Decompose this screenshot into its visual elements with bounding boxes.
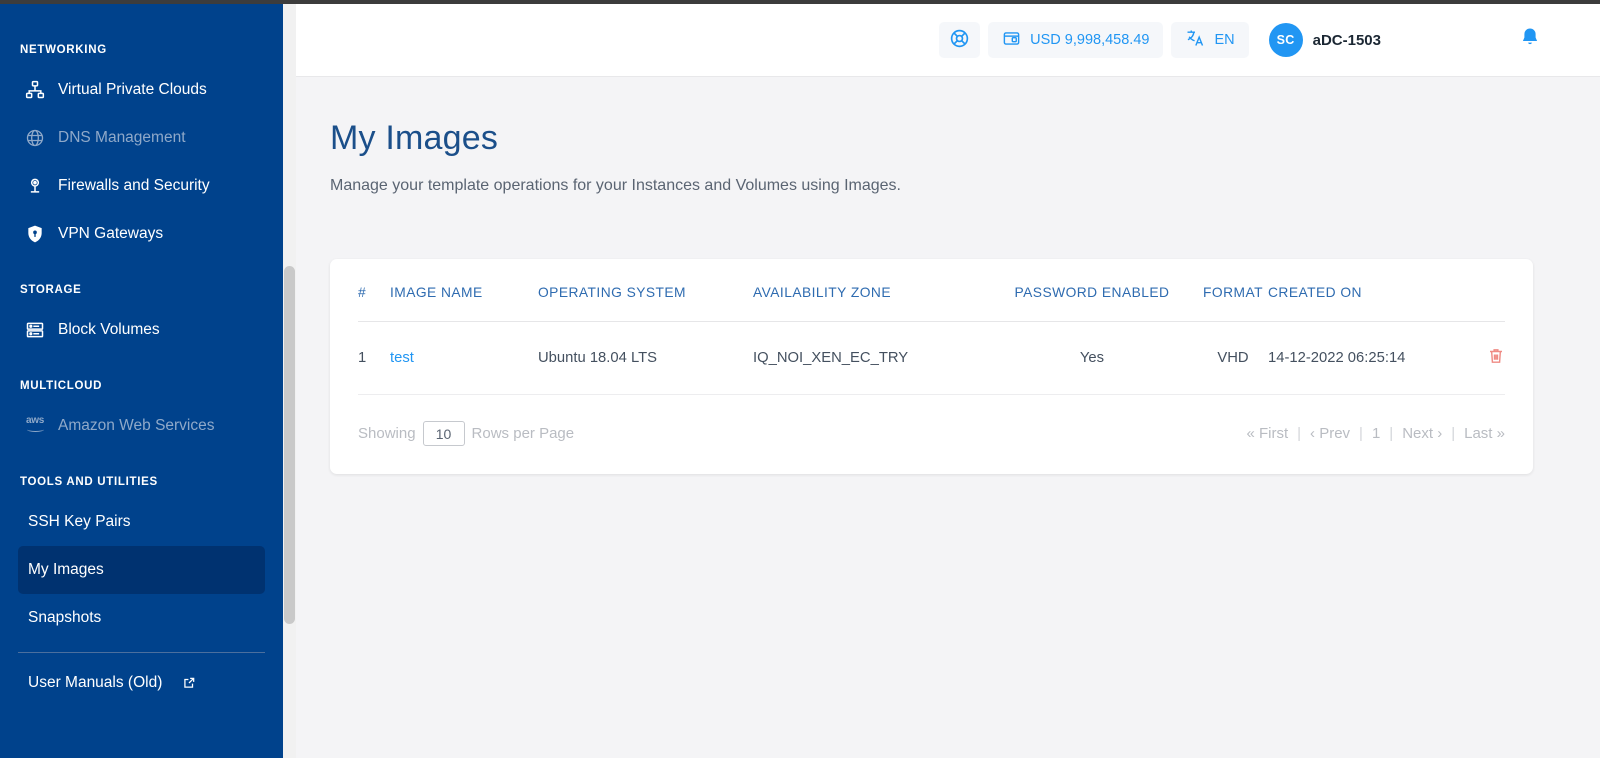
cell-format: VHD — [1198, 321, 1268, 395]
notifications-button[interactable] — [1518, 26, 1542, 55]
top-header: USD 9,998,458.49 EN SC aDC-1503 — [296, 4, 1600, 77]
sidebar-item-label: VPN Gateways — [58, 225, 164, 242]
sidebar-item-virtual-private-clouds[interactable]: Virtual Private Clouds — [18, 66, 265, 114]
pagination-separator: | — [1389, 425, 1394, 442]
autoscale-icon — [24, 4, 46, 5]
pagination-separator: | — [1297, 425, 1302, 442]
cell-image-name: test — [390, 321, 538, 395]
sidebar-item-snapshots[interactable]: Snapshots — [18, 594, 265, 642]
sidebar-item-label: DNS Management — [58, 129, 186, 146]
table-row: 1 test Ubuntu 18.04 LTS IQ_NOI_XEN_EC_TR… — [358, 321, 1505, 395]
firewall-icon — [24, 175, 46, 197]
cell-password-enabled: Yes — [986, 321, 1198, 395]
col-header-format: FORMAT — [1198, 259, 1268, 322]
sidebar-item-label: Firewalls and Security — [58, 177, 210, 194]
col-header-os: OPERATING SYSTEM — [538, 259, 753, 322]
images-table-card: # IMAGE NAME OPERATING SYSTEM AVAILABILI… — [330, 259, 1533, 474]
main-content: My Images Manage your template operation… — [296, 77, 1600, 758]
col-header-actions — [1468, 259, 1505, 322]
col-header-password-enabled: PASSWORD ENABLED — [986, 259, 1198, 322]
trash-icon — [1487, 346, 1505, 370]
app-screen: Autoscale NETWORKING Virtual Private Clo… — [0, 0, 1600, 758]
sidebar-item-label: Block Volumes — [58, 321, 160, 338]
sidebar-item-ssh-key-pairs[interactable]: SSH Key Pairs — [18, 498, 265, 546]
col-header-created-on: CREATED ON — [1268, 259, 1468, 322]
balance-amount: USD 9,998,458.49 — [1030, 32, 1150, 48]
shield-key-icon — [24, 223, 46, 245]
cell-actions — [1468, 321, 1505, 395]
sidebar-section-storage: STORAGE — [20, 284, 82, 296]
table-body: 1 test Ubuntu 18.04 LTS IQ_NOI_XEN_EC_TR… — [358, 321, 1505, 395]
bell-icon — [1518, 26, 1542, 55]
images-table: # IMAGE NAME OPERATING SYSTEM AVAILABILI… — [358, 259, 1505, 395]
showing-label: Showing — [358, 425, 416, 442]
col-header-availability-zone: AVAILABILITY ZONE — [753, 259, 986, 322]
pagination-controls: « First | ‹ Prev | 1 | Next › | Last » — [1246, 425, 1505, 442]
external-link-icon — [182, 676, 196, 690]
sidebar-item-user-manuals-old[interactable]: User Manuals (Old) — [18, 659, 265, 707]
sidebar-section-tools-and-utilities: TOOLS AND UTILITIES — [20, 476, 158, 488]
language-code: EN — [1214, 32, 1235, 48]
pagination-separator: | — [1359, 425, 1363, 442]
server-stack-icon — [24, 319, 46, 341]
col-header-index: # — [358, 259, 390, 322]
page-first-button[interactable]: « First — [1246, 425, 1288, 442]
avatar: SC — [1268, 23, 1303, 57]
lifebuoy-icon — [949, 28, 970, 53]
sidebar-divider — [18, 652, 265, 653]
rows-per-page-input[interactable] — [422, 421, 465, 446]
page-last-button[interactable]: Last » — [1464, 425, 1505, 442]
sidebar-item-partially-visible[interactable] — [18, 707, 265, 755]
sitemap-icon — [24, 79, 46, 101]
page-next-button[interactable]: Next › — [1402, 425, 1442, 442]
sidebar-item-label: Virtual Private Clouds — [58, 81, 207, 98]
cell-operating-system: Ubuntu 18.04 LTS — [538, 321, 753, 395]
cell-index: 1 — [358, 321, 390, 395]
sidebar-section-multicloud: MULTICLOUD — [20, 380, 103, 392]
cell-availability-zone: IQ_NOI_XEN_EC_TRY — [753, 321, 986, 395]
rows-per-page-label: Rows per Page — [471, 425, 575, 442]
sidebar-item-label: My Images — [28, 561, 104, 578]
sidebar-item-label: Amazon Web Services — [58, 417, 215, 434]
page-prev-button[interactable]: ‹ Prev — [1310, 425, 1350, 442]
sidebar-section-networking: NETWORKING — [20, 44, 107, 56]
user-menu[interactable]: SC aDC-1503 — [1268, 23, 1381, 57]
sidebar-item-block-volumes[interactable]: Block Volumes — [18, 306, 265, 354]
translate-icon — [1185, 28, 1205, 52]
sidebar-item-dns-management[interactable]: DNS Management — [18, 114, 265, 162]
cell-created-on: 14-12-2022 06:25:14 — [1268, 321, 1468, 395]
sidebar-nav: Autoscale NETWORKING Virtual Private Clo… — [0, 4, 283, 758]
sidebar-item-label: SSH Key Pairs — [28, 513, 131, 530]
language-button[interactable]: EN — [1171, 22, 1249, 58]
sidebar-item-label: Snapshots — [28, 609, 102, 626]
rows-per-page-group: Showing Rows per Page — [358, 421, 574, 446]
aws-logo-icon: aws — [24, 415, 46, 437]
pagination-separator: | — [1451, 425, 1456, 442]
balance-button[interactable]: USD 9,998,458.49 — [988, 22, 1164, 58]
col-header-image-name: IMAGE NAME — [390, 259, 538, 322]
delete-image-button[interactable] — [1487, 346, 1505, 370]
image-name-link[interactable]: test — [390, 350, 414, 366]
user-name: aDC-1503 — [1312, 31, 1381, 49]
sidebar-item-label: User Manuals (Old) — [28, 674, 163, 691]
sidebar-item-vpn-gateways[interactable]: VPN Gateways — [18, 210, 265, 258]
sidebar-item-amazon-web-services[interactable]: aws Amazon Web Services — [18, 402, 265, 450]
wallet-icon — [1002, 29, 1021, 52]
sidebar-item-autoscale[interactable]: Autoscale — [18, 4, 265, 18]
sidebar-item-firewalls-and-security[interactable]: Firewalls and Security — [18, 162, 265, 210]
support-button[interactable] — [939, 22, 981, 58]
pagination-bar: Showing Rows per Page « First | ‹ Prev |… — [358, 395, 1505, 474]
sidebar-scrollbar-thumb[interactable] — [284, 266, 295, 624]
table-head: # IMAGE NAME OPERATING SYSTEM AVAILABILI… — [358, 259, 1505, 322]
page-current[interactable]: 1 — [1372, 425, 1380, 442]
page-subtitle: Manage your template operations for your… — [330, 177, 901, 194]
table-header-row: # IMAGE NAME OPERATING SYSTEM AVAILABILI… — [358, 259, 1505, 322]
sidebar-item-my-images[interactable]: My Images — [18, 546, 265, 594]
globe-icon — [24, 127, 46, 149]
page-title: My Images — [330, 119, 499, 157]
